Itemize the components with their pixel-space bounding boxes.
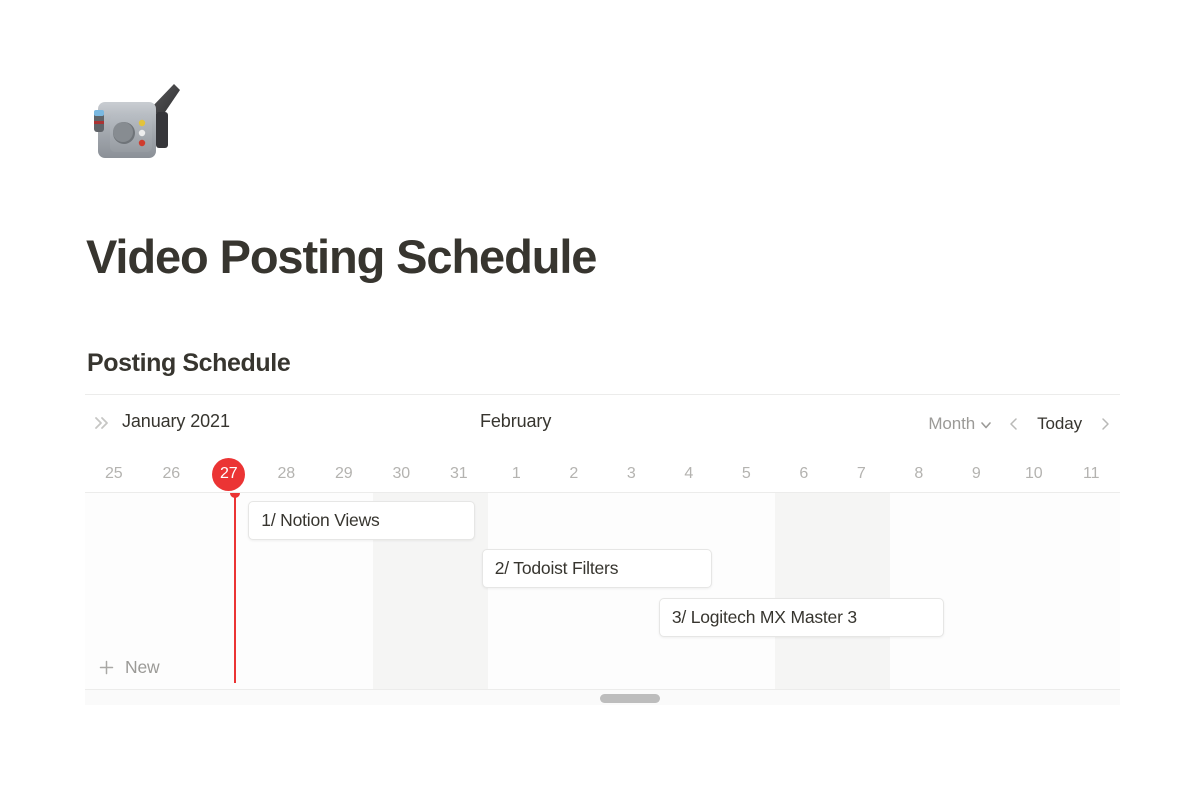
timeline-event-title: 1/ Notion Views <box>261 510 380 530</box>
view-scale-selector[interactable]: Month <box>922 412 999 436</box>
day-header-cell[interactable]: 4 <box>660 455 718 493</box>
timeline-event-card[interactable]: 3/ Logitech MX Master 3 <box>658 598 945 637</box>
today-marker-line <box>233 493 236 683</box>
video-camera-emoji-icon[interactable] <box>88 72 192 176</box>
month-label-february: February <box>480 411 552 431</box>
timeline-event-title: 3/ Logitech MX Master 3 <box>671 607 857 627</box>
today-button[interactable]: Today <box>1029 412 1090 436</box>
day-header-cell[interactable]: 8 <box>890 455 948 493</box>
new-event-button[interactable]: New <box>85 645 160 689</box>
page-title[interactable]: Video Posting Schedule <box>86 231 597 283</box>
timeline-event-card[interactable]: 2/ Todoist Filters <box>481 549 712 588</box>
section-title[interactable]: Posting Schedule <box>87 348 291 378</box>
month-label-january: January 2021 <box>122 411 230 431</box>
day-header-cell[interactable]: 1 <box>488 455 546 493</box>
day-header-cell[interactable]: 9 <box>948 455 1006 493</box>
day-header-cell[interactable]: 31 <box>430 455 488 493</box>
day-header-cell[interactable]: 2 <box>545 455 603 493</box>
day-header-cell[interactable]: 5 <box>718 455 776 493</box>
day-header-cell[interactable]: 6 <box>775 455 833 493</box>
today-date-badge: 27 <box>212 457 246 491</box>
chevron-down-icon <box>979 417 993 431</box>
notion-page: Video Posting Schedule Posting Schedule … <box>0 0 1200 787</box>
day-header-cell[interactable]: 11 <box>1063 455 1121 493</box>
view-scale-label: Month <box>928 414 976 433</box>
day-header-cell[interactable]: 10 <box>1005 455 1063 493</box>
day-header-cell[interactable]: 25 <box>85 455 143 493</box>
timeline-event-title: 2/ Todoist Filters <box>494 558 619 578</box>
horizontal-scrollbar[interactable] <box>85 689 1120 705</box>
new-event-label: New <box>125 656 160 677</box>
timeline-controls: Month Today <box>922 409 1120 439</box>
day-header-cell[interactable]: 3 <box>603 455 661 493</box>
day-header-cell[interactable]: 30 <box>373 455 431 493</box>
day-header-row: 25 26 27 28 29 30 31 1 2 3 4 5 6 7 8 9 10 11 <box>85 455 1120 493</box>
day-header-cell[interactable]: 28 <box>258 455 316 493</box>
day-header-today[interactable]: 27 <box>200 455 258 493</box>
day-header-cell[interactable]: 29 <box>315 455 373 493</box>
timeline-view: January 2021 February Month Today 25 26 … <box>85 394 1120 705</box>
plus-icon <box>98 659 115 676</box>
timeline-event-card[interactable]: 1/ Notion Views <box>248 501 476 540</box>
weekend-column-band <box>775 493 890 689</box>
prev-period-button[interactable] <box>999 410 1029 438</box>
next-period-button[interactable] <box>1090 410 1120 438</box>
today-marker-dot <box>229 493 240 498</box>
day-header-cell[interactable]: 7 <box>833 455 891 493</box>
timeline-toolbar: January 2021 February Month Today <box>85 394 1120 455</box>
timeline-grid[interactable]: New 1/ Notion Views 2/ Todoist Filters 3/ … <box>85 493 1120 689</box>
day-header-cell[interactable]: 26 <box>143 455 201 493</box>
scrollbar-thumb[interactable] <box>600 694 660 703</box>
